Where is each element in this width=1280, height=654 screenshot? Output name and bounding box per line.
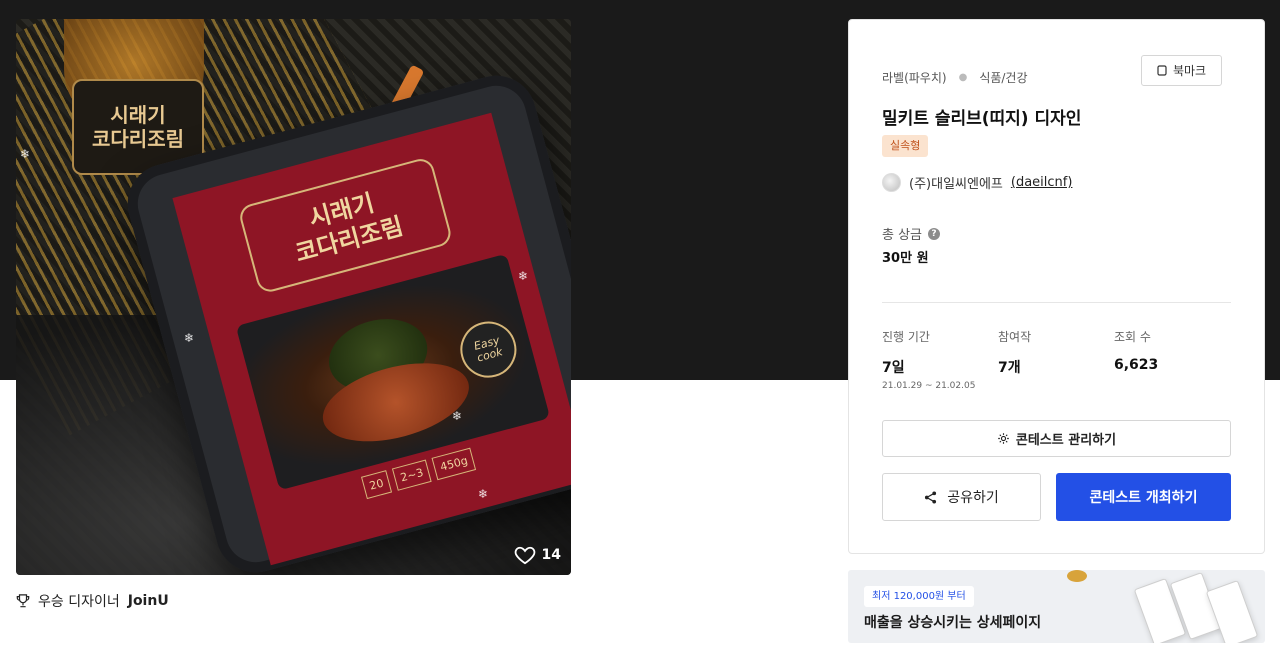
manage-contest-label: 콘테스트 관리하기 xyxy=(1015,433,1117,448)
gear-icon xyxy=(998,433,1009,444)
stat-participants: 참여작 7개 xyxy=(998,328,1031,377)
help-icon[interactable]: ? xyxy=(928,227,941,240)
avatar[interactable] xyxy=(882,173,901,192)
banner-headline: 매출을 상승시키는 상세페이지 xyxy=(864,615,1042,631)
manage-contest-button[interactable]: 콘테스트 관리하기 xyxy=(882,420,1231,457)
spec-box: 450g xyxy=(431,447,477,481)
spec-box: 2~3 xyxy=(391,459,432,491)
promo-banner[interactable]: 최저 120,000원 부터 매출을 상승시키는 상세페이지 xyxy=(848,570,1265,643)
contest-hero-image[interactable]: 시래기 코다리조림 시래기 코다리조림 Easy cook 20 2~3 450… xyxy=(16,19,571,575)
snowflake-icon: ❄ xyxy=(184,331,195,345)
contest-title: 밀키트 슬리브(띠지) 디자인 xyxy=(882,109,1082,129)
share-button[interactable]: 공유하기 xyxy=(882,473,1041,521)
breadcrumb: 라벨(파우치) ● 식품/건강 xyxy=(882,69,1028,86)
product-logo-text: 시래기 코다리조림 xyxy=(92,103,184,151)
coin-decoration xyxy=(1067,570,1087,582)
stat-views: 조회 수 6,623 xyxy=(1114,328,1158,373)
easy-cook-badge: Easy cook xyxy=(454,315,523,384)
tier-badge: 실속형 xyxy=(882,135,929,157)
share-icon xyxy=(925,490,937,504)
bookmark-label: 북마크 xyxy=(1172,64,1207,78)
detail-page-mockups xyxy=(1133,571,1259,643)
prize-label-text: 총 상금 xyxy=(882,228,923,243)
mockup-page xyxy=(1205,579,1259,643)
host-contest-button[interactable]: 콘테스트 개최하기 xyxy=(1056,473,1231,521)
total-prize-value: 30만 원 xyxy=(882,251,929,266)
category-primary[interactable]: 라벨(파우치) xyxy=(882,69,947,86)
food-photo: Easy cook xyxy=(235,253,551,491)
winner-designer: 우승 디자이너 JoinU xyxy=(16,591,169,611)
stat-label: 진행 기간 xyxy=(882,330,930,344)
heart-icon xyxy=(514,546,535,565)
winner-name[interactable]: JoinU xyxy=(128,593,169,609)
host-info: (주)대일씨엔에프 (daeilcnf) xyxy=(882,173,1072,192)
snowflake-icon: ❄ xyxy=(518,269,529,283)
price-pill: 최저 120,000원 부터 xyxy=(864,586,974,607)
stat-period: 진행 기간 7일 21.01.29 ~ 21.02.05 xyxy=(882,328,975,391)
bookmark-button[interactable]: 북마크 xyxy=(1141,55,1222,86)
bookmark-icon xyxy=(1157,65,1167,76)
like-button[interactable]: 14 xyxy=(514,545,561,565)
stat-dates: 21.01.29 ~ 21.02.05 xyxy=(882,381,976,391)
spec-box: 20 xyxy=(361,470,393,500)
trophy-icon xyxy=(16,594,30,608)
separator-dot: ● xyxy=(958,72,968,83)
stat-value: 7개 xyxy=(998,360,1021,376)
contest-info-card: 라벨(파우치) ● 식품/건강 북마크 밀키트 슬리브(띠지) 디자인 실속형 … xyxy=(848,19,1265,554)
category-secondary[interactable]: 식품/건강 xyxy=(979,69,1027,86)
host-name: (주)대일씨엔에프 xyxy=(909,177,1003,192)
easy-cook-text: Easy cook xyxy=(472,333,504,365)
sleeve-title: 시래기 코다리조림 xyxy=(292,187,407,268)
total-prize-label: 총 상금 ? xyxy=(882,224,941,243)
stat-label: 조회 수 xyxy=(1114,330,1151,344)
snowflake-icon: ❄ xyxy=(452,409,463,423)
stat-value: 6,623 xyxy=(1114,357,1159,373)
winner-prefix: 우승 디자이너 xyxy=(38,594,120,610)
stat-value: 7일 xyxy=(882,360,905,376)
snowflake-icon: ❄ xyxy=(20,147,31,161)
host-handle-link[interactable]: (daeilcnf) xyxy=(1011,175,1073,190)
share-label: 공유하기 xyxy=(947,490,999,506)
snowflake-icon: ❄ xyxy=(478,487,489,501)
divider xyxy=(882,302,1231,303)
sleeve-title-frame: 시래기 코다리조림 xyxy=(237,156,454,295)
stat-label: 참여작 xyxy=(998,330,1032,344)
like-count: 14 xyxy=(541,547,561,563)
